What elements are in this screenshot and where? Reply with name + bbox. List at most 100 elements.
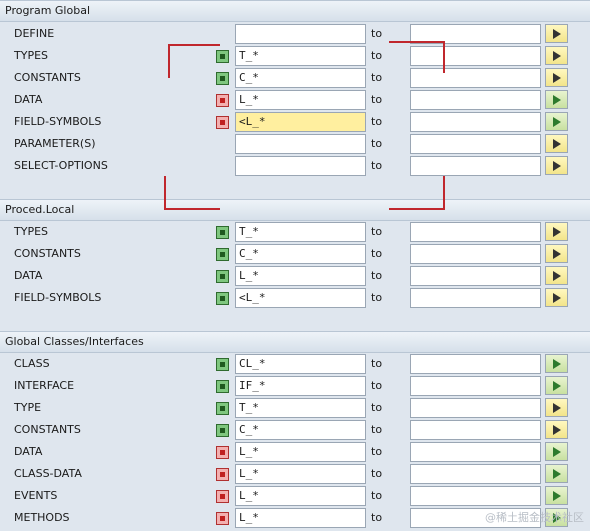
arrow-right-icon <box>552 490 561 501</box>
high-value-field[interactable] <box>410 398 541 418</box>
to-label: to <box>371 467 383 480</box>
low-value-field[interactable]: CL_* <box>235 354 366 374</box>
low-value-field[interactable]: L_* <box>235 464 366 484</box>
row-constants: CONSTANTS C_* to <box>0 419 590 441</box>
exclude-option-icon[interactable] <box>216 468 229 481</box>
arrow-right-icon <box>552 28 561 39</box>
include-option-icon[interactable] <box>216 226 229 239</box>
multiple-selection-button[interactable] <box>545 68 568 87</box>
exclude-option-icon[interactable] <box>216 512 229 525</box>
exclude-option-icon[interactable] <box>216 446 229 459</box>
to-label: to <box>371 247 383 260</box>
high-value-field[interactable] <box>410 90 541 110</box>
low-value-field[interactable]: <L_* <box>235 288 366 308</box>
section-title: Global Classes/Interfaces <box>0 331 590 353</box>
multiple-selection-button[interactable] <box>545 486 568 505</box>
low-value-field[interactable] <box>235 24 366 44</box>
multiple-selection-button[interactable] <box>545 90 568 109</box>
low-value-field[interactable]: L_* <box>235 266 366 286</box>
low-value-field[interactable]: T_* <box>235 46 366 66</box>
exclude-option-icon[interactable] <box>216 94 229 107</box>
multiple-selection-button[interactable] <box>545 24 568 43</box>
row-class: CLASS CL_* to <box>0 353 590 375</box>
include-option-icon[interactable] <box>216 50 229 63</box>
row-field-symbols: FIELD-SYMBOLS <L_* to <box>0 111 590 133</box>
include-option-icon[interactable] <box>216 270 229 283</box>
row-types: TYPES T_* to <box>0 45 590 67</box>
multiple-selection-button[interactable] <box>545 222 568 241</box>
high-value-field[interactable] <box>410 222 541 242</box>
row-define: DEFINE to <box>0 23 590 45</box>
row-class-data: CLASS-DATA L_* to <box>0 463 590 485</box>
to-label: to <box>371 93 383 106</box>
high-value-field[interactable] <box>410 376 541 396</box>
low-value-field[interactable]: C_* <box>235 68 366 88</box>
low-value-field[interactable]: L_* <box>235 90 366 110</box>
arrow-right-icon <box>552 270 561 281</box>
annotation-line <box>389 208 445 210</box>
low-value-field[interactable]: L_* <box>235 508 366 528</box>
include-option-icon[interactable] <box>216 424 229 437</box>
arrow-right-icon <box>552 226 561 237</box>
row-label: DEFINE <box>14 27 55 40</box>
multiple-selection-button[interactable] <box>545 112 568 131</box>
include-option-icon[interactable] <box>216 72 229 85</box>
high-value-field[interactable] <box>410 420 541 440</box>
low-value-field[interactable]: C_* <box>235 420 366 440</box>
multiple-selection-button[interactable] <box>545 354 568 373</box>
arrow-right-icon <box>552 94 561 105</box>
row-label: TYPES <box>14 49 49 62</box>
high-value-field[interactable] <box>410 442 541 462</box>
high-value-field[interactable] <box>410 68 541 88</box>
to-label: to <box>371 115 383 128</box>
high-value-field[interactable] <box>410 464 541 484</box>
high-value-field[interactable] <box>410 354 541 374</box>
row-constants: CONSTANTS C_* to <box>0 243 590 265</box>
row-label: CONSTANTS <box>14 247 81 260</box>
row-label: INTERFACE <box>14 379 75 392</box>
low-value-field[interactable]: T_* <box>235 398 366 418</box>
arrow-right-icon <box>552 138 561 149</box>
multiple-selection-button[interactable] <box>545 46 568 65</box>
high-value-field[interactable] <box>410 266 541 286</box>
low-value-field[interactable]: <L_* <box>235 112 366 132</box>
include-option-icon[interactable] <box>216 358 229 371</box>
include-option-icon[interactable] <box>216 380 229 393</box>
low-value-field[interactable]: C_* <box>235 244 366 264</box>
high-value-field[interactable] <box>410 486 541 506</box>
row-label: TYPE <box>14 401 42 414</box>
high-value-field[interactable] <box>410 112 541 132</box>
row-label: CLASS-DATA <box>14 467 82 480</box>
multiple-selection-button[interactable] <box>545 266 568 285</box>
exclude-option-icon[interactable] <box>216 116 229 129</box>
multiple-selection-button[interactable] <box>545 156 568 175</box>
multiple-selection-button[interactable] <box>545 134 568 153</box>
low-value-field[interactable]: T_* <box>235 222 366 242</box>
row-label: CLASS <box>14 357 50 370</box>
include-option-icon[interactable] <box>216 402 229 415</box>
multiple-selection-button[interactable] <box>545 464 568 483</box>
multiple-selection-button[interactable] <box>545 288 568 307</box>
low-value-field[interactable] <box>235 134 366 154</box>
low-value-field[interactable]: L_* <box>235 486 366 506</box>
high-value-field[interactable] <box>410 46 541 66</box>
multiple-selection-button[interactable] <box>545 398 568 417</box>
row-label: CONSTANTS <box>14 423 81 436</box>
low-value-field[interactable]: IF_* <box>235 376 366 396</box>
to-label: to <box>371 511 383 524</box>
high-value-field[interactable] <box>410 288 541 308</box>
multiple-selection-button[interactable] <box>545 244 568 263</box>
high-value-field[interactable] <box>410 244 541 264</box>
multiple-selection-button[interactable] <box>545 376 568 395</box>
low-value-field[interactable]: L_* <box>235 442 366 462</box>
exclude-option-icon[interactable] <box>216 490 229 503</box>
include-option-icon[interactable] <box>216 292 229 305</box>
to-label: to <box>371 489 383 502</box>
multiple-selection-button[interactable] <box>545 420 568 439</box>
multiple-selection-button[interactable] <box>545 442 568 461</box>
high-value-field[interactable] <box>410 156 541 176</box>
high-value-field[interactable] <box>410 134 541 154</box>
include-option-icon[interactable] <box>216 248 229 261</box>
low-value-field[interactable] <box>235 156 366 176</box>
watermark: @稀土掘金技术社区 <box>485 511 584 524</box>
